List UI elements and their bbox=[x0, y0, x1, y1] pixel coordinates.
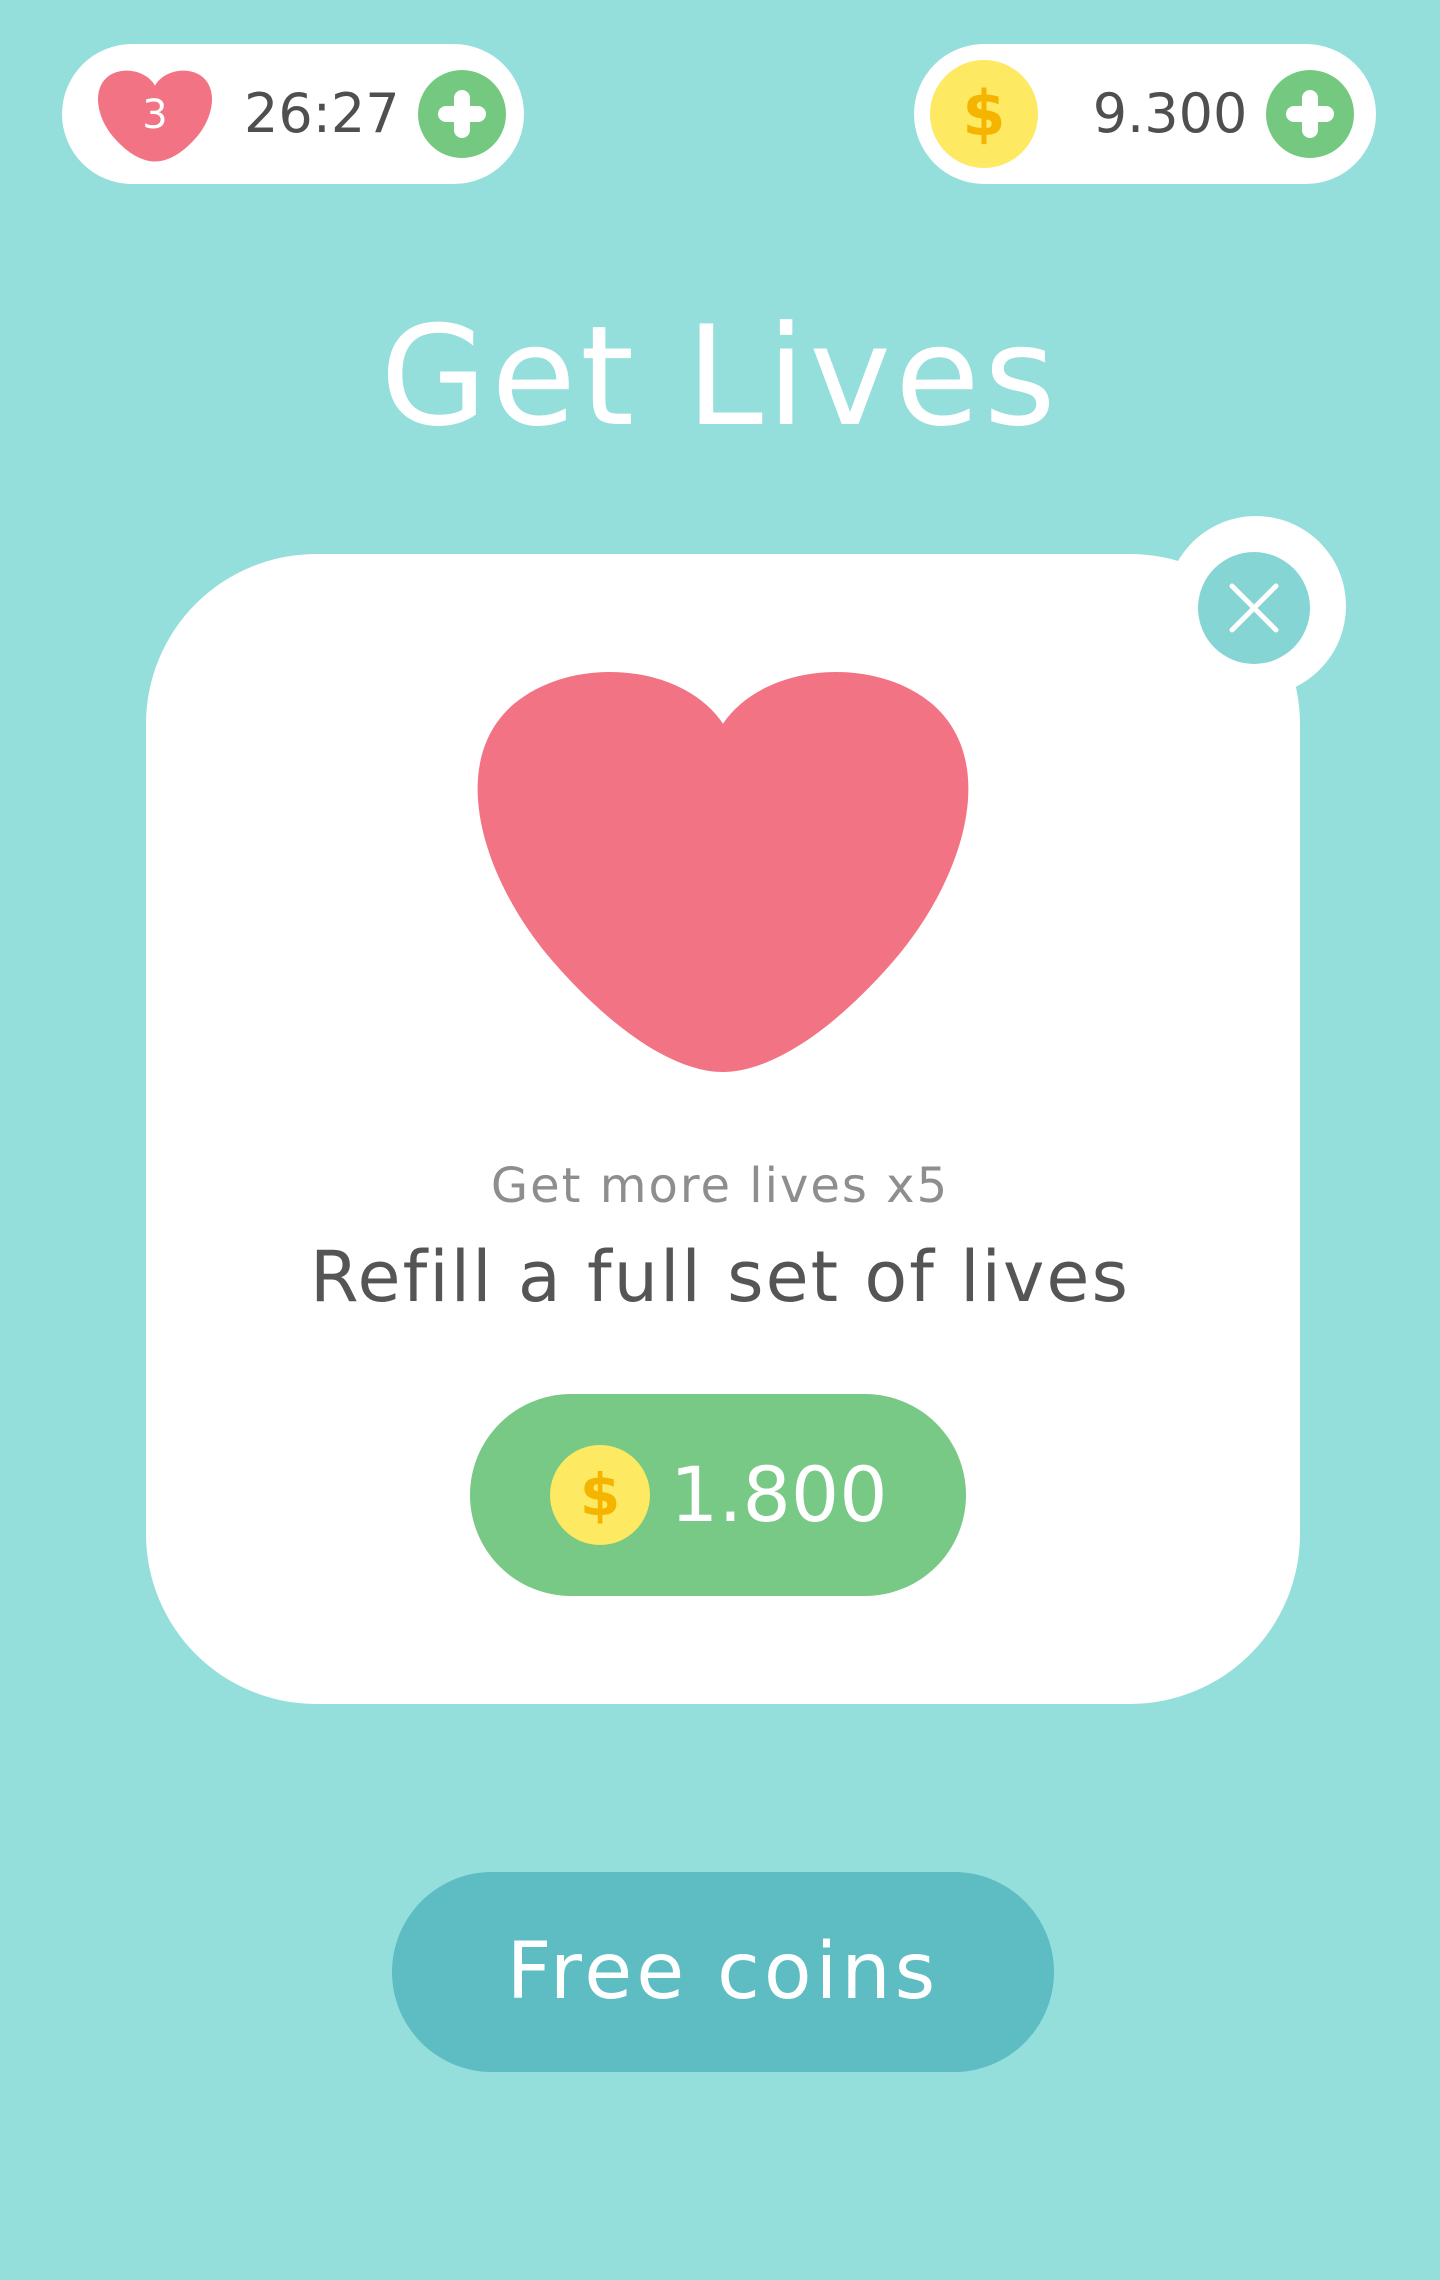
lives-timer: 26:27 bbox=[244, 82, 400, 145]
coins-amount: 9.300 bbox=[1092, 82, 1248, 145]
free-coins-button[interactable]: Free coins bbox=[392, 1872, 1054, 2072]
coins-panel: $ 9.300 bbox=[914, 44, 1376, 184]
buy-price: 1.800 bbox=[670, 1450, 888, 1539]
offer-description: Refill a full set of lives bbox=[310, 1236, 1130, 1318]
plus-icon bbox=[438, 90, 486, 138]
coin-icon: $ bbox=[550, 1445, 650, 1545]
lives-panel: 3 26:27 bbox=[62, 44, 524, 184]
close-button[interactable] bbox=[1198, 552, 1310, 664]
lives-count: 3 bbox=[142, 92, 168, 138]
buy-lives-button[interactable]: $ 1.800 bbox=[470, 1394, 966, 1596]
free-coins-label: Free coins bbox=[506, 1927, 940, 2017]
coin-icon: $ bbox=[930, 60, 1038, 168]
plus-icon bbox=[1286, 90, 1334, 138]
heart-icon bbox=[477, 671, 969, 1072]
add-coins-button[interactable] bbox=[1266, 70, 1354, 158]
close-icon bbox=[1229, 583, 1279, 633]
offer-subtitle: Get more lives x5 bbox=[490, 1158, 950, 1214]
page-title: Get Lives bbox=[380, 296, 1060, 457]
add-lives-button[interactable] bbox=[418, 70, 506, 158]
